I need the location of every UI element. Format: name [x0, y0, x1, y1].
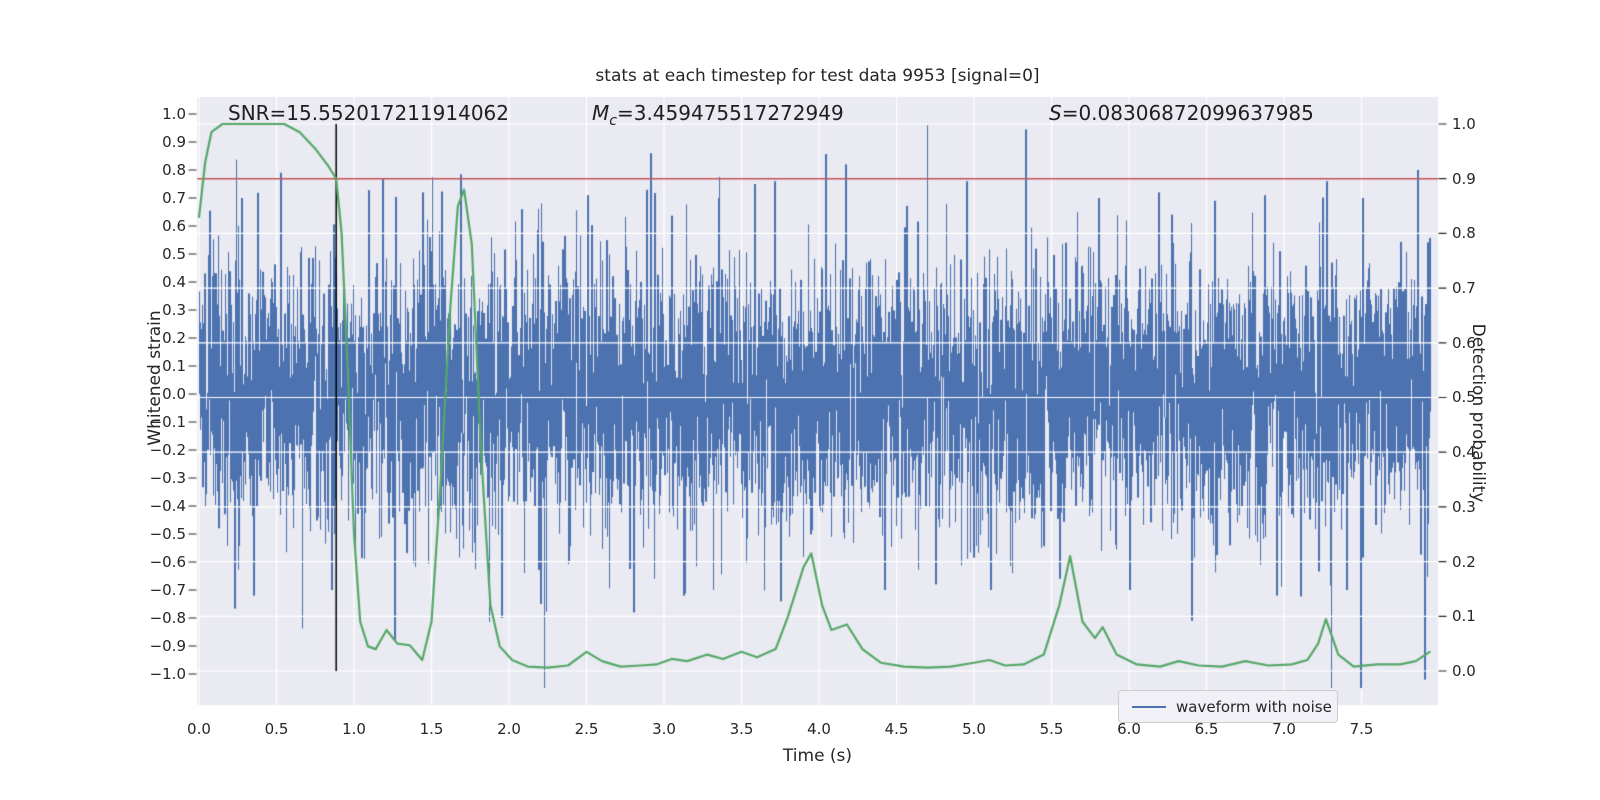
y-tick-label-right: 0.9 [1452, 169, 1476, 188]
x-tick-label: 4.0 [807, 720, 831, 738]
legend-label: waveform with noise [1176, 697, 1332, 716]
x-axis-label: Time (s) [782, 746, 853, 766]
annotation-stat-value: =0.08306872099637985 [1061, 101, 1314, 125]
y-tick-label-left: −0.9 [149, 637, 186, 655]
chart-root: stats at each timestep for test data 995… [0, 0, 1600, 800]
legend: waveform with noise [1118, 690, 1338, 723]
annotation-chirp-mass-symbol: M [592, 101, 610, 125]
y-tick-label-right: 0.4 [1452, 443, 1476, 462]
x-tick-label: 2.0 [497, 720, 521, 738]
x-tick-label: 7.5 [1349, 720, 1374, 738]
x-tick-label: 2.5 [574, 720, 599, 738]
x-tick-label: 0.5 [264, 720, 289, 738]
y-tick-label-left: 0.9 [162, 132, 186, 151]
y-tick-label-right: 0.7 [1452, 279, 1476, 298]
y-tick-label-left: −0.4 [149, 497, 186, 515]
y-tick-label-right: 0.1 [1452, 607, 1476, 626]
x-tick-label: 4.5 [884, 720, 909, 738]
x-tick-label: 0.0 [187, 720, 211, 738]
x-tick-label: 3.0 [652, 720, 676, 738]
y-tick-label-left: −0.1 [149, 413, 186, 431]
y-tick-label-left: 0.0 [162, 384, 186, 403]
y-tick-label-left: 0.2 [162, 328, 186, 347]
annotation-stat-symbol: S [1049, 101, 1062, 125]
y-tick-label-left: 0.5 [162, 244, 186, 263]
annotation-chirp-mass-subscript: c [609, 113, 617, 129]
y-tick-label-left: −0.2 [149, 441, 186, 459]
legend-line-icon [1132, 705, 1166, 708]
y-tick-label-left: −0.5 [149, 525, 186, 543]
y-tick-label-right: 0.2 [1452, 552, 1476, 571]
x-tick-label: 5.0 [962, 720, 986, 738]
x-tick-label: 1.5 [419, 720, 444, 738]
y-tick-label-left: 0.1 [162, 356, 186, 375]
y-tick-label-right: 0.6 [1452, 333, 1476, 352]
annotation-stat: S=0.08306872099637985 [1049, 101, 1314, 125]
y-tick-label-left: −0.3 [149, 469, 186, 487]
y-tick-label-left: −0.7 [149, 581, 186, 599]
x-tick-label: 5.5 [1039, 720, 1064, 738]
y-tick-label-left: −0.8 [149, 609, 186, 627]
y-tick-label-left: −0.6 [149, 553, 186, 571]
y-tick-label-left: −1.0 [149, 665, 186, 683]
chart-title: stats at each timestep for test data 995… [595, 66, 1040, 86]
y-tick-label-left: 1.0 [162, 104, 186, 123]
y-tick-label-right: 0.8 [1452, 224, 1476, 243]
y-tick-label-right: 0.3 [1452, 497, 1476, 516]
y-tick-label-right: 1.0 [1452, 115, 1476, 134]
y-tick-label-left: 0.3 [162, 300, 186, 319]
y-tick-label-left: 0.4 [162, 272, 186, 291]
y-tick-label-right: 0.0 [1452, 661, 1476, 680]
annotation-chirp-mass-value: =3.459475517272949 [616, 101, 844, 125]
annotation-snr: SNR=15.552017211914062 [228, 101, 509, 125]
annotation-chirp-mass: Mc=3.459475517272949 [592, 101, 844, 129]
y-tick-label-left: 0.8 [162, 160, 186, 179]
y-tick-label-right: 0.5 [1452, 388, 1476, 407]
y-tick-label-left: 0.6 [162, 216, 186, 235]
x-tick-label: 3.5 [729, 720, 754, 738]
y-tick-label-left: 0.7 [162, 188, 186, 207]
x-tick-label: 1.0 [342, 720, 366, 738]
